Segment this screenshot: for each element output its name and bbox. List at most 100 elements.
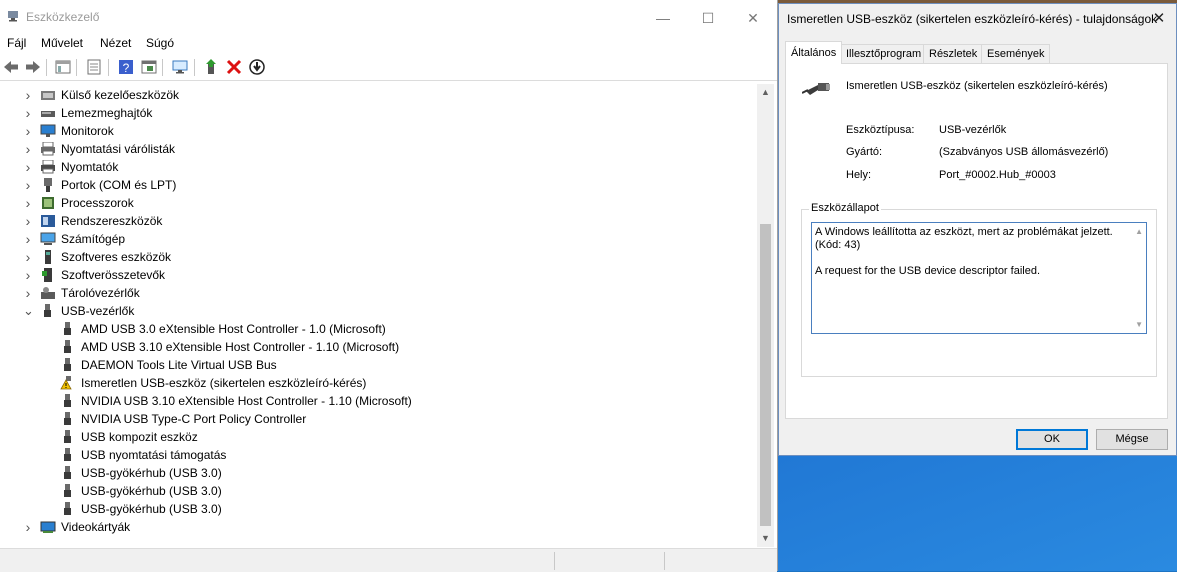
chevron-right-icon[interactable]: ›	[23, 284, 33, 302]
scan-hardware-changes-icon[interactable]	[171, 58, 189, 76]
back-arrow-icon[interactable]	[2, 58, 20, 76]
device-tree-label: USB nyomtatási támogatás	[81, 448, 227, 462]
chevron-right-icon[interactable]: ›	[23, 158, 33, 176]
hid-icon	[40, 88, 56, 102]
device-tree-item[interactable]: USB nyomtatási támogatás	[0, 446, 757, 464]
device-category-item[interactable]: › Szoftveres eszközök	[0, 248, 757, 266]
tab-driver[interactable]: Illesztőprogram	[840, 44, 928, 63]
tab-details[interactable]: Részletek	[923, 44, 984, 63]
chevron-right-icon[interactable]: ›	[23, 266, 33, 284]
device-tree-item[interactable]: DAEMON Tools Lite Virtual USB Bus	[0, 356, 757, 374]
tab-events[interactable]: Események	[981, 44, 1051, 63]
tab-general[interactable]: Általános	[785, 41, 843, 64]
chevron-right-icon[interactable]: ›	[23, 518, 33, 536]
device-tree-label: AMD USB 3.10 eXtensible Host Controller …	[81, 340, 400, 354]
toolbar-separator	[46, 59, 47, 76]
device-category-item[interactable]: › Lemezmeghajtók	[0, 104, 757, 122]
uninstall-device-icon[interactable]	[225, 58, 243, 76]
device-tree-item[interactable]: NVIDIA USB Type-C Port Policy Controller	[0, 410, 757, 428]
software-component-icon	[40, 268, 56, 282]
device-tree-item[interactable]: USB-gyökérhub (USB 3.0)	[0, 500, 757, 518]
device-category-item[interactable]: › Processzorok	[0, 194, 757, 212]
device-category-item[interactable]: › Portok (COM és LPT)	[0, 176, 757, 194]
chevron-right-icon[interactable]: ›	[23, 230, 33, 248]
menu-view[interactable]: Nézet	[100, 36, 131, 50]
menu-action[interactable]: Művelet	[41, 36, 83, 50]
scroll-up-arrow-icon[interactable]: ▲	[757, 84, 774, 101]
chevron-right-icon[interactable]: ›	[23, 104, 33, 122]
device-category-item[interactable]: › Nyomtatási várólisták	[0, 140, 757, 158]
device-tree-label: Ismeretlen USB-eszköz (sikertelen eszköz…	[81, 376, 367, 390]
device-category-item[interactable]: ⌄ USB-vezérlők	[0, 302, 757, 320]
device-tree-label: NVIDIA USB 3.10 eXtensible Host Controll…	[81, 394, 412, 408]
device-tree-label: Számítógép	[61, 232, 126, 246]
device-tree-label: USB-gyökérhub (USB 3.0)	[81, 484, 222, 498]
scrollbar-thumb[interactable]	[760, 224, 771, 526]
close-button[interactable]: ✕	[730, 5, 776, 31]
chevron-right-icon[interactable]: ›	[23, 86, 33, 104]
device-type-label: Eszköztípusa:	[846, 124, 915, 136]
chevron-right-icon[interactable]: ›	[23, 212, 33, 230]
svg-text:?: ?	[123, 61, 130, 75]
device-category-item[interactable]: › Külső kezelőeszközök	[0, 86, 757, 104]
chevron-right-icon[interactable]: ›	[23, 248, 33, 266]
status-detail: A request for the USB device descriptor …	[815, 265, 1041, 277]
device-category-item[interactable]: › Szoftverösszetevők	[0, 266, 757, 284]
textbox-scroll-up-icon[interactable]: ▲	[1135, 227, 1143, 236]
usb-plug-icon	[802, 83, 830, 95]
device-category-item[interactable]: › Rendszereszközök	[0, 212, 757, 230]
menu-help[interactable]: Súgó	[146, 36, 174, 50]
device-category-item[interactable]: › Videokártyák	[0, 518, 757, 536]
toolbar-separator	[162, 59, 163, 76]
scan-window-icon[interactable]	[140, 58, 158, 76]
device-tree-item[interactable]: AMD USB 3.0 eXtensible Host Controller -…	[0, 320, 757, 338]
device-tree-label: AMD USB 3.0 eXtensible Host Controller -…	[81, 322, 386, 336]
help-icon[interactable]: ?	[117, 58, 135, 76]
device-name: Ismeretlen USB-eszköz (sikertelen eszköz…	[846, 80, 1108, 92]
manufacturer-value: (Szabványos USB állomásvezérlő)	[939, 146, 1109, 158]
device-tree-item[interactable]: USB kompozit eszköz	[0, 428, 757, 446]
toolbar: ?	[0, 54, 777, 81]
dialog-close-button[interactable]: ✕	[1147, 7, 1171, 31]
vertical-scrollbar[interactable]: ▲ ▼	[757, 84, 774, 547]
device-category-item[interactable]: › Számítógép	[0, 230, 757, 248]
disable-device-icon[interactable]	[248, 58, 266, 76]
device-category-item[interactable]: › Tárolóvezérlők	[0, 284, 757, 302]
device-tree-item[interactable]: USB-gyökérhub (USB 3.0)	[0, 482, 757, 500]
minimize-button[interactable]: —	[640, 5, 686, 31]
port-icon	[40, 178, 56, 192]
device-category-item[interactable]: › Monitorok	[0, 122, 757, 140]
device-tree-item[interactable]: USB-gyökérhub (USB 3.0)	[0, 464, 757, 482]
device-manager-titlebar[interactable]: Eszközkezelő — ☐ ✕	[0, 3, 777, 31]
disk-drive-icon	[40, 106, 56, 120]
properties-icon[interactable]	[85, 58, 103, 76]
device-status-label: Eszközállapot	[809, 202, 881, 214]
chevron-right-icon[interactable]: ›	[23, 176, 33, 194]
device-tree-label: Külső kezelőeszközök	[61, 88, 180, 102]
forward-arrow-icon[interactable]	[24, 58, 42, 76]
textbox-scroll-down-icon[interactable]: ▼	[1135, 320, 1143, 329]
show-hide-console-tree-icon[interactable]	[54, 58, 72, 76]
cancel-button[interactable]: Mégse	[1096, 429, 1168, 450]
chevron-right-icon[interactable]: ›	[23, 194, 33, 212]
scroll-down-arrow-icon[interactable]: ▼	[757, 530, 774, 547]
maximize-button[interactable]: ☐	[685, 5, 731, 31]
storage-controller-icon	[40, 286, 56, 300]
device-status-textbox[interactable]: A Windows leállította az eszközt, mert a…	[811, 222, 1147, 334]
chevron-right-icon[interactable]: ›	[23, 140, 33, 158]
usb-icon	[60, 322, 76, 336]
ok-button[interactable]: OK	[1016, 429, 1088, 450]
device-tree: › Külső kezelőeszközök › Lemezmeghajtók › Mon…	[0, 84, 757, 544]
update-driver-icon[interactable]	[203, 58, 221, 76]
device-category-item[interactable]: › Nyomtatók	[0, 158, 757, 176]
usb-icon	[60, 448, 76, 462]
device-tree-item[interactable]: NVIDIA USB 3.10 eXtensible Host Controll…	[0, 392, 757, 410]
menu-file[interactable]: Fájl	[7, 36, 26, 50]
device-tree-label: Nyomtatók	[61, 160, 119, 174]
status-divider	[554, 552, 555, 570]
chevron-down-icon[interactable]: ⌄	[23, 302, 34, 320]
device-tree-item[interactable]: Ismeretlen USB-eszköz (sikertelen eszköz…	[0, 374, 757, 392]
toolbar-separator	[108, 59, 109, 76]
chevron-right-icon[interactable]: ›	[23, 122, 33, 140]
device-tree-item[interactable]: AMD USB 3.10 eXtensible Host Controller …	[0, 338, 757, 356]
